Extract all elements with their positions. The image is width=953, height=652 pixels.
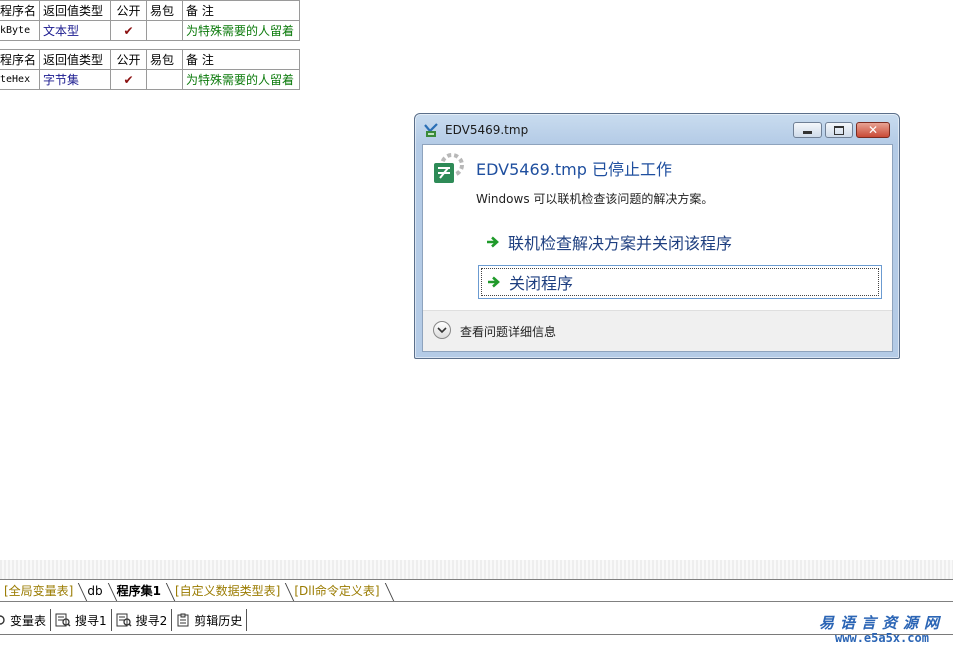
col-header-return-type: 返回值类型: [39, 0, 112, 21]
minimize-icon: [803, 131, 812, 134]
document-tabs: [全局变量表] db 程序集1 [自定义数据类型表] [Dll命令定义表]: [0, 579, 953, 602]
watermark-url: www.e5a5x.com: [835, 631, 929, 645]
col-header-public: 公开: [110, 0, 148, 21]
dialog-description: Windows 可以联机检查该问题的解决方案。: [476, 192, 714, 206]
details-label[interactable]: 查看问题详细信息: [460, 323, 556, 340]
app-icon: [424, 123, 438, 137]
col-header-name: 程序名: [0, 49, 41, 70]
cell-name[interactable]: teHex: [0, 69, 41, 90]
dialog-heading: EDV5469.tmp 已停止工作: [476, 160, 673, 179]
variables-icon: [0, 615, 5, 625]
cell-return-type[interactable]: 文本型: [39, 20, 112, 41]
col-header-note: 备 注: [182, 49, 301, 70]
green-arrow-icon: [478, 236, 508, 248]
cell-name[interactable]: kByte: [0, 20, 41, 41]
dialog-footer: 查看问题详细信息: [423, 310, 892, 351]
clip-history-button[interactable]: 剪辑历史: [172, 609, 248, 631]
cell-public-check[interactable]: ✔: [110, 20, 148, 41]
program-icon: [434, 153, 464, 183]
search2-label: 搜寻2: [135, 613, 168, 628]
check-online-option[interactable]: 联机检查解决方案并关闭该程序: [478, 225, 882, 259]
variables-label: 变量表: [10, 613, 47, 628]
cell-public-check[interactable]: ✔: [110, 69, 148, 90]
maximize-icon: [834, 125, 844, 135]
tab-program-set-1[interactable]: 程序集1: [113, 581, 171, 601]
tab-custom-types[interactable]: [自定义数据类型表]: [171, 581, 290, 601]
dialog-title: EDV5469.tmp: [445, 123, 529, 137]
bottom-toolbar: 变量表 搜寻1 搜寻2 剪辑历史: [0, 606, 953, 634]
cell-package[interactable]: [146, 20, 184, 41]
tab-dll-commands[interactable]: [Dll命令定义表]: [290, 581, 389, 601]
close-icon: ✕: [867, 123, 879, 137]
cell-note[interactable]: 为特殊需要的人留着: [182, 20, 301, 41]
table-row[interactable]: kByte 文本型 ✔ 为特殊需要的人留着: [0, 20, 301, 41]
clip-history-label: 剪辑历史: [194, 613, 243, 628]
table-row[interactable]: teHex 字节集 ✔ 为特殊需要的人留着: [0, 69, 301, 90]
variables-button[interactable]: 变量表: [0, 609, 52, 631]
clipboard-icon: [177, 613, 189, 627]
search2-button[interactable]: 搜寻2: [112, 609, 173, 631]
divider: [0, 634, 953, 635]
close-program-option[interactable]: 关闭程序: [478, 265, 882, 299]
check-online-label: 联机检查解决方案并关闭该程序: [508, 234, 733, 253]
close-program-label: 关闭程序: [509, 274, 574, 293]
search1-label: 搜寻1: [75, 613, 107, 628]
close-button[interactable]: ✕: [856, 122, 890, 138]
col-header-public: 公开: [110, 49, 148, 70]
search-icon: [55, 613, 71, 627]
cell-package[interactable]: [146, 69, 184, 90]
details-expand-button[interactable]: [433, 321, 451, 339]
procedure-table-2: 程序名 返回值类型 公开 易包 备 注 teHex 字节集 ✔ 为特殊需要的人留…: [0, 49, 301, 90]
maximize-button[interactable]: [825, 122, 853, 138]
cell-return-type[interactable]: 字节集: [39, 69, 112, 90]
tab-strip-background: [0, 560, 953, 580]
watermark: 易语言资源网 www.e5a5x.com: [819, 612, 945, 645]
tab-global-vars[interactable]: [全局变量表]: [0, 581, 83, 601]
col-header-package: 易包: [146, 49, 184, 70]
dialog-body: EDV5469.tmp 已停止工作 Windows 可以联机检查该问题的解决方案…: [422, 144, 893, 352]
green-arrow-icon: [479, 276, 509, 288]
divider: [0, 601, 953, 602]
col-header-return-type: 返回值类型: [39, 49, 112, 70]
col-header-package: 易包: [146, 0, 184, 21]
chevron-down-icon: [437, 327, 447, 334]
tab-db[interactable]: db: [83, 581, 112, 601]
col-header-note: 备 注: [182, 0, 301, 21]
watermark-name: 易语言资源网: [818, 614, 945, 632]
dialog-titlebar[interactable]: EDV5469.tmp ✕: [415, 114, 899, 144]
search-icon: [116, 613, 132, 627]
minimize-button[interactable]: [793, 122, 822, 138]
cell-note[interactable]: 为特殊需要的人留着: [182, 69, 301, 90]
error-dialog: EDV5469.tmp ✕ EDV5469.tmp 已停止工作 Windows …: [414, 113, 900, 359]
col-header-name: 程序名: [0, 0, 41, 21]
search1-button[interactable]: 搜寻1: [51, 609, 112, 631]
procedure-table-1: 程序名 返回值类型 公开 易包 备 注 kByte 文本型 ✔ 为特殊需要的人留…: [0, 0, 301, 41]
